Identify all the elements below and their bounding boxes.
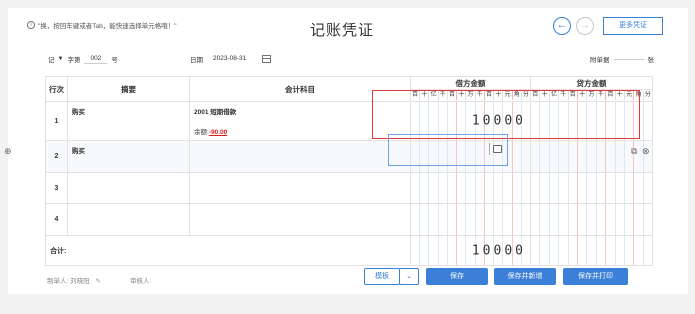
divider [489,143,490,155]
calendar-icon[interactable] [262,55,272,63]
prev-voucher-button[interactable]: ← [553,17,571,35]
header-summary: 摘要 [67,76,190,102]
delete-row-icon[interactable]: ⊗ [642,146,650,157]
copy-row-icon[interactable]: ⧉ [631,146,637,157]
arrow-left-icon: ← [556,19,568,31]
subject-cell[interactable] [189,203,411,236]
table-row: 4 [45,203,653,236]
digit-grid [531,204,652,235]
save-print-button[interactable]: 保存并打印 [563,268,628,285]
attach-count-input[interactable] [613,58,644,60]
total-debit-cell: 10000 [410,235,531,266]
maker-label: 制单人: [47,278,69,285]
active-debit-input[interactable] [388,134,508,166]
total-row: 合计: 10000 [45,235,653,266]
auditor-label: 审核人: [130,278,152,285]
attach-unit: 张 [647,57,655,64]
debit-cell[interactable] [410,203,531,236]
chevron-down-icon: ⌄ [406,273,412,280]
header-credit: 贷方金额 [530,76,653,90]
save-new-button[interactable]: 保存并新增 [494,268,556,285]
digit-grid [531,173,652,203]
total-debit-amount: 10000 [471,243,526,258]
date-input[interactable]: 2023-08-31 [207,55,252,63]
total-label: 合计: [45,235,411,266]
auditor-info: 审核人: [130,275,151,285]
template-dropdown-button[interactable]: ⌄ [399,268,419,285]
summary-cell[interactable]: 购买 [67,101,190,141]
digit-grid [411,173,530,203]
info-icon: i [27,21,35,29]
attachment-field: 附单据 张 [590,54,654,64]
template-button[interactable]: 模板 [364,268,400,285]
row-number: 4 [45,203,68,236]
hint-text: "换，按回车键或者Tab，能快速选择单元格哦！" [38,23,177,30]
table-row: 3 [45,172,653,204]
date-field: 日期 2023-08-31 [190,54,272,64]
chevron-down-icon: ▼ [57,56,64,62]
save-button[interactable]: 保存 [426,268,488,285]
header-row-no: 行次 [45,76,68,102]
digit-label: 分 [644,92,651,98]
hint-bar: i "换，按回车键或者Tab，能快速选择单元格哦！" [27,20,177,30]
summary-cell[interactable] [67,203,190,236]
digit-grid [531,236,652,265]
table-row: 2 购买 [45,140,653,173]
next-voucher-button[interactable]: → [576,17,594,35]
add-row-icon[interactable]: ⊕ [4,146,12,157]
arrow-right-icon: → [579,19,591,31]
row-number: 3 [45,172,68,204]
more-vouchers-button[interactable]: 更多凭证 [603,17,663,35]
digit-grid [411,204,530,235]
voucher-word-select[interactable]: 记 [48,54,55,64]
voucher-word-field[interactable]: 记 ▼ 字第 002 号 [48,54,118,65]
row-number: 2 [45,140,68,173]
debit-cell[interactable] [410,172,531,204]
page-title: 记账凭证 [310,22,375,39]
attach-label: 附单据 [590,57,610,64]
summary-cell[interactable]: 购买 [67,140,190,173]
maker-info: 制单人: 刘晓阳 ✎ [47,275,101,285]
credit-cell[interactable] [530,203,653,236]
pen-icon: ✎ [95,278,101,285]
maker-name: 刘晓阳 [70,278,90,285]
subject-cell[interactable] [189,140,411,173]
voucher-no-label: 字第 [67,57,81,64]
calculator-icon[interactable] [493,145,502,153]
voucher-no-input[interactable]: 002 [84,55,108,64]
row-number: 1 [45,101,68,141]
highlight-box [372,90,640,139]
date-label: 日期 [190,57,203,64]
subject-cell[interactable] [189,172,411,204]
balance-value: -90.00 [208,129,228,136]
balance-label: 余额: [194,129,209,136]
credit-cell[interactable] [530,172,653,204]
voucher-no-suffix: 号 [111,57,118,64]
summary-cell[interactable] [67,172,190,204]
total-credit-cell [530,235,653,266]
header-debit: 借方金额 [410,76,531,90]
